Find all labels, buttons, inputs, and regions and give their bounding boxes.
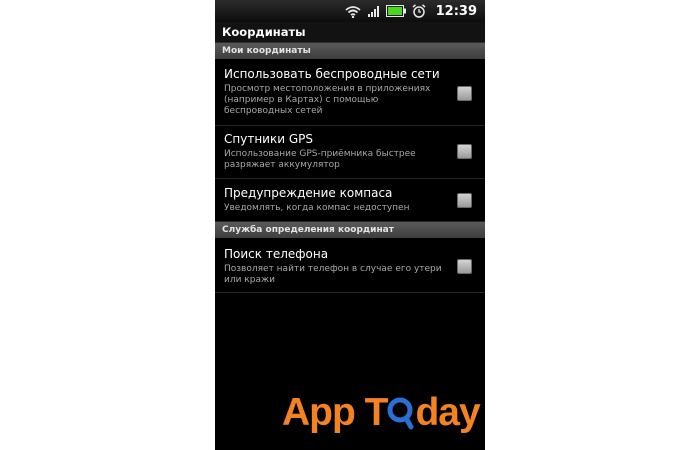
battery-icon [385,5,406,17]
item-title: Спутники GPS [224,132,313,146]
item-summary: Просмотр местоположения в приложениях (н… [224,84,431,116]
watermark-text-end: day [415,391,480,434]
app-today-watermark: App T day [282,391,481,434]
compass-warning-checkbox[interactable] [457,193,472,208]
alarm-icon [412,4,426,18]
page-title: Координаты [222,25,306,39]
section-header-location-service: Служба определения координат [215,222,485,238]
item-summary: Уведомлять, когда компас недоступен [224,203,410,213]
wifi-icon [345,5,361,18]
wireless-networks-checkbox[interactable] [457,86,472,101]
phone-screen: 12:39 Координаты Мои координаты Использо… [215,0,485,450]
find-phone-checkbox[interactable] [457,259,472,274]
gps-satellites-checkbox[interactable] [457,144,472,159]
item-title: Использовать беспроводные сети [224,67,440,81]
list-item-wireless-networks[interactable]: Использовать беспроводные сети Просмотр … [215,59,485,126]
list-item-gps-satellites[interactable]: Спутники GPS Использование GPS-приёмника… [215,126,485,179]
magnifier-o-icon [387,393,415,434]
clock: 12:39 [435,3,477,19]
item-title: Предупреждение компаса [224,186,393,200]
section-header-my-location: Мои координаты [215,43,485,59]
watermark-text-start: App T [282,391,388,434]
item-title: Поиск телефона [224,247,329,261]
item-summary: Использование GPS-приёмника быстрее разр… [224,149,416,170]
list-item-find-phone[interactable]: Поиск телефона Позволяет найти телефон в… [215,238,485,293]
signal-icon [367,5,380,18]
status-bar: 12:39 [215,0,485,22]
list-item-compass-warning[interactable]: Предупреждение компаса Уведомлять, когда… [215,179,485,222]
title-bar: Координаты [215,22,485,43]
item-summary: Позволяет найти телефон в случае его уте… [224,264,442,285]
